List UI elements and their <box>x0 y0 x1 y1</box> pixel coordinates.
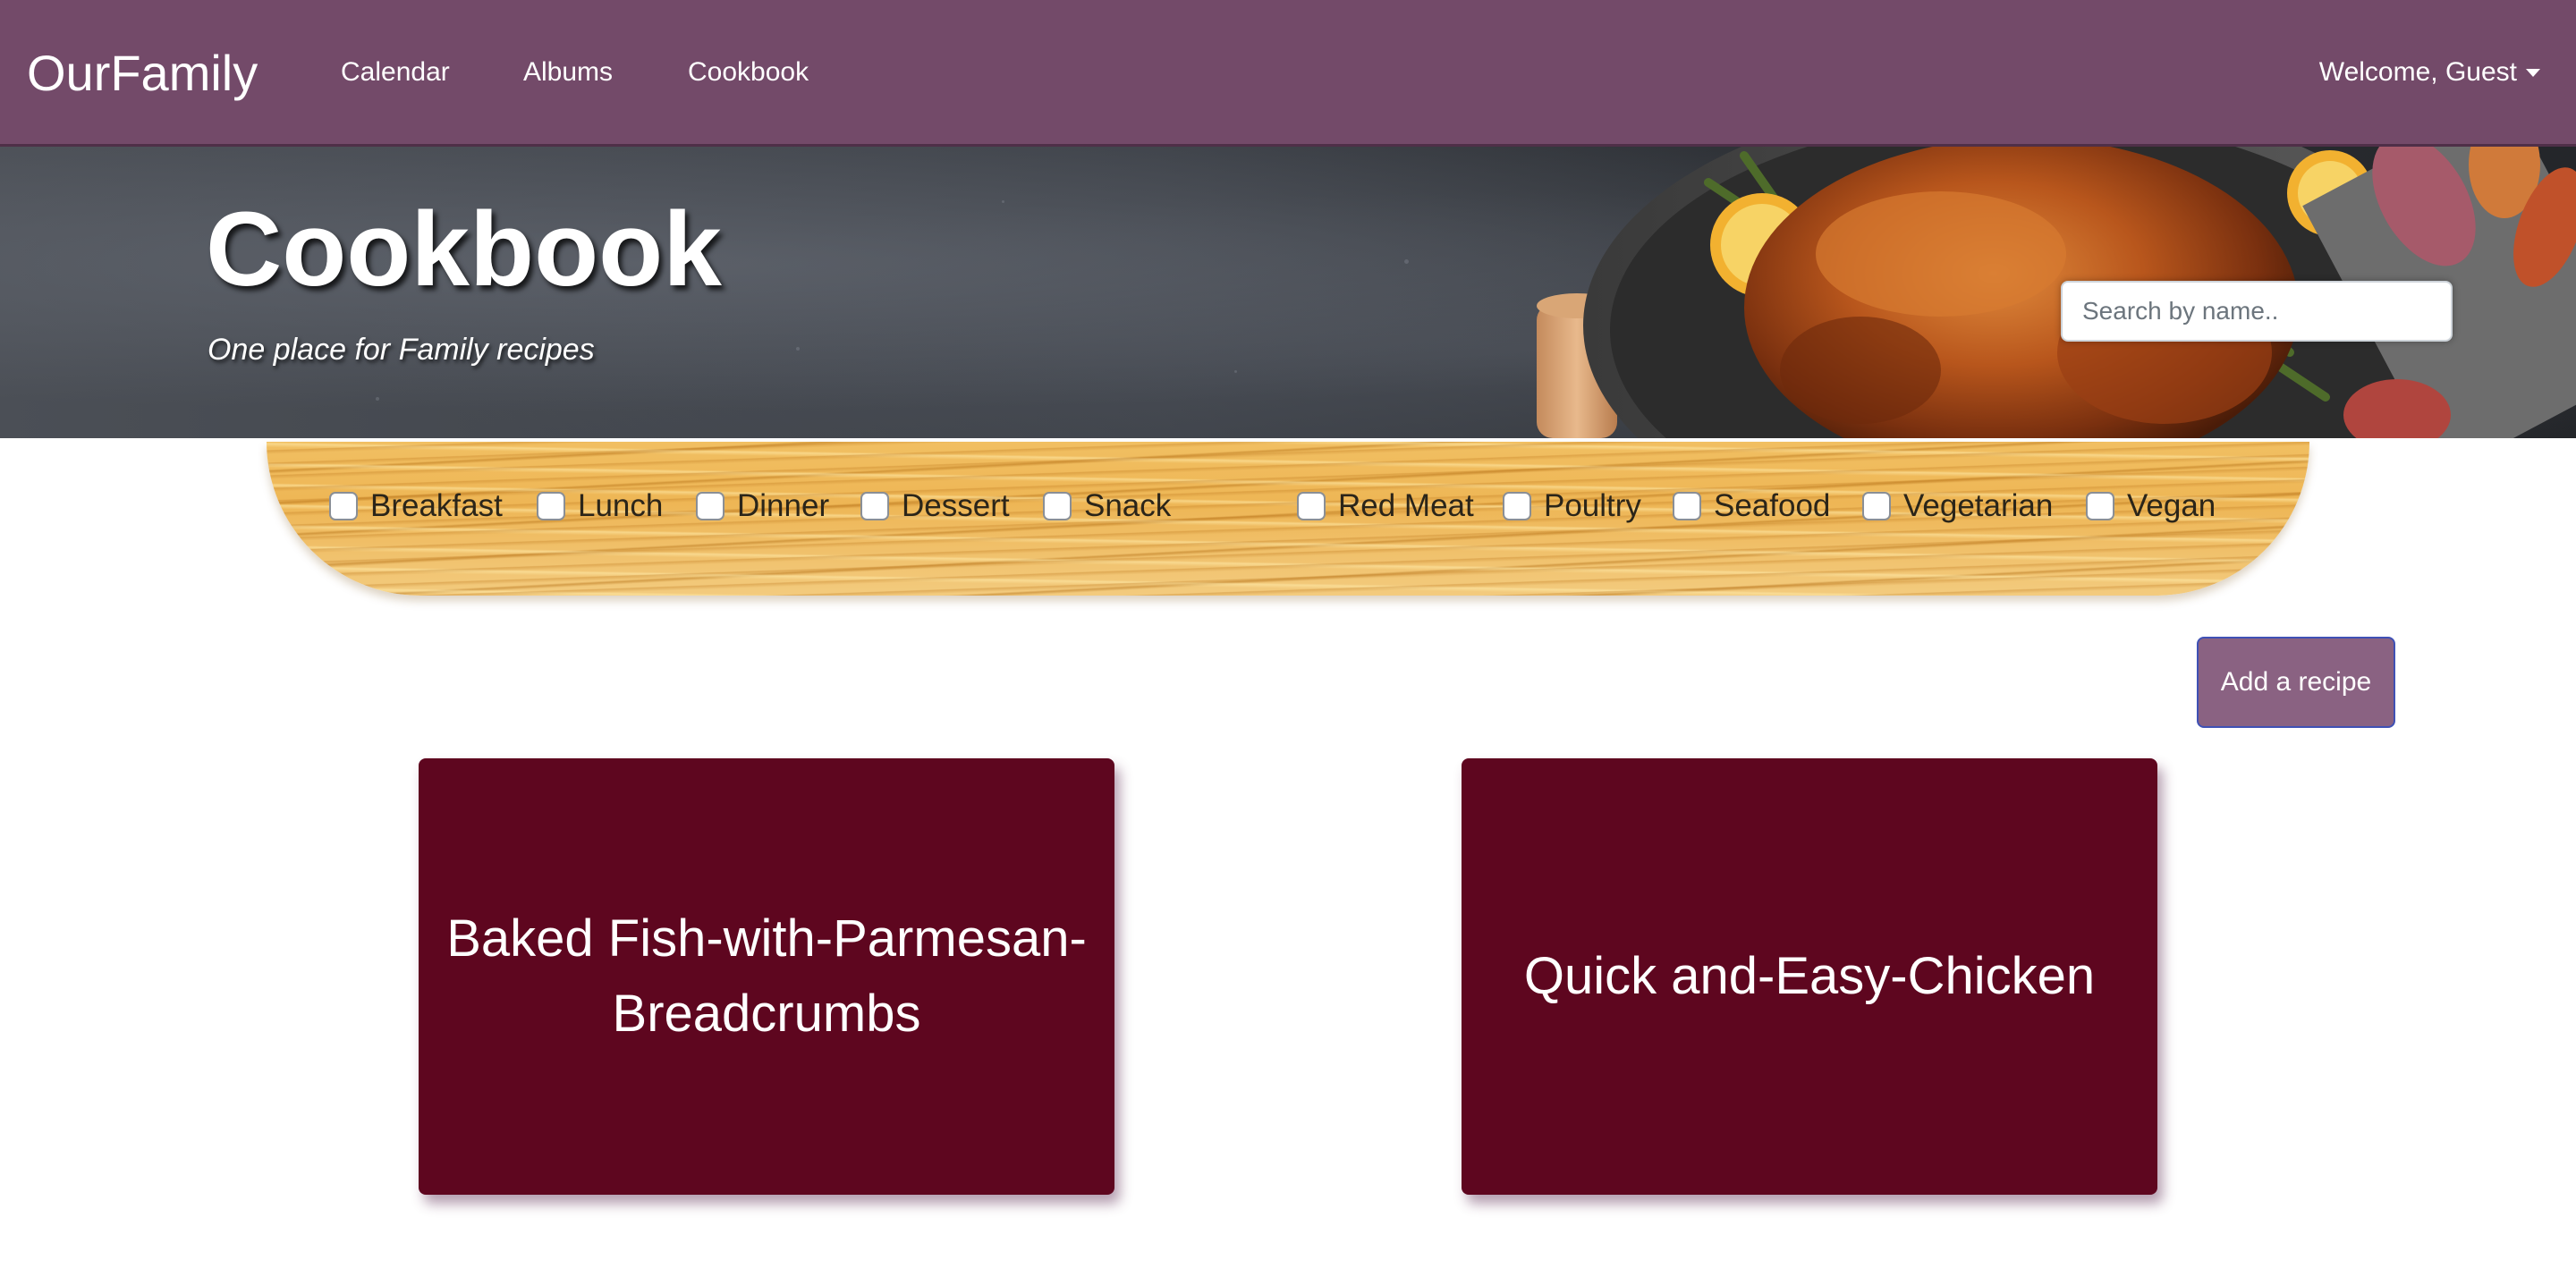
checkbox[interactable] <box>1043 492 1072 520</box>
user-menu-dropdown[interactable]: Welcome, Guest <box>2319 55 2540 89</box>
caret-down-icon <box>2526 68 2540 77</box>
checkbox[interactable] <box>1503 492 1531 520</box>
filter-label: Dinner <box>737 488 830 523</box>
checkbox[interactable] <box>329 492 358 520</box>
filter-dessert[interactable]: Dessert <box>860 488 1010 524</box>
page-subtitle: One place for Family recipes <box>208 333 595 367</box>
filter-label: Dessert <box>902 488 1010 523</box>
filter-breakfast[interactable]: Breakfast <box>329 488 503 524</box>
checkbox[interactable] <box>860 492 889 520</box>
filter-red-meat[interactable]: Red Meat <box>1297 488 1474 524</box>
top-navbar: OurFamily Calendar Albums Cookbook Welco… <box>0 0 2576 147</box>
recipe-card-title: Quick and-Easy-Chicken <box>1523 947 2096 1005</box>
add-recipe-button[interactable]: Add a recipe <box>2197 637 2395 728</box>
nav-link-calendar[interactable]: Calendar <box>341 55 450 89</box>
checkbox[interactable] <box>537 492 565 520</box>
checkbox[interactable] <box>2086 492 2114 520</box>
hero-banner: Cookbook One place for Family recipes <box>0 147 2576 438</box>
filter-seafood[interactable]: Seafood <box>1673 488 1830 524</box>
recipe-card[interactable]: Quick and-Easy-Chicken <box>1462 758 2157 1195</box>
filter-snack[interactable]: Snack <box>1043 488 1171 524</box>
filter-dinner[interactable]: Dinner <box>696 488 829 524</box>
filter-label: Snack <box>1084 488 1172 523</box>
page-title: Cookbook <box>206 190 722 309</box>
checkbox[interactable] <box>1673 492 1701 520</box>
filter-label: Seafood <box>1714 488 1831 523</box>
filter-label: Red Meat <box>1338 488 1474 523</box>
filter-vegan[interactable]: Vegan <box>2086 488 2216 524</box>
filter-label: Lunch <box>578 488 664 523</box>
filter-poultry[interactable]: Poultry <box>1503 488 1641 524</box>
search-input[interactable] <box>2061 281 2453 342</box>
recipe-card[interactable]: Baked Fish-with-Parmesan-Breadcrumbs <box>419 758 1114 1195</box>
user-menu-label: Welcome, Guest <box>2318 57 2517 87</box>
checkbox[interactable] <box>696 492 724 520</box>
brand-logo[interactable]: OurFamily <box>27 45 258 102</box>
filter-label: Vegan <box>2127 488 2216 523</box>
filter-label: Vegetarian <box>1903 488 2054 523</box>
filter-vegetarian[interactable]: Vegetarian <box>1862 488 2053 524</box>
filter-label: Breakfast <box>370 488 503 523</box>
nav-link-albums[interactable]: Albums <box>523 55 613 89</box>
filter-label: Poultry <box>1544 488 1641 523</box>
checkbox[interactable] <box>1297 492 1326 520</box>
checkbox[interactable] <box>1862 492 1891 520</box>
recipe-card-title: Baked Fish-with-Parmesan-Breadcrumbs <box>446 909 1087 1043</box>
filter-lunch[interactable]: Lunch <box>537 488 663 524</box>
nav-link-cookbook[interactable]: Cookbook <box>688 55 809 89</box>
